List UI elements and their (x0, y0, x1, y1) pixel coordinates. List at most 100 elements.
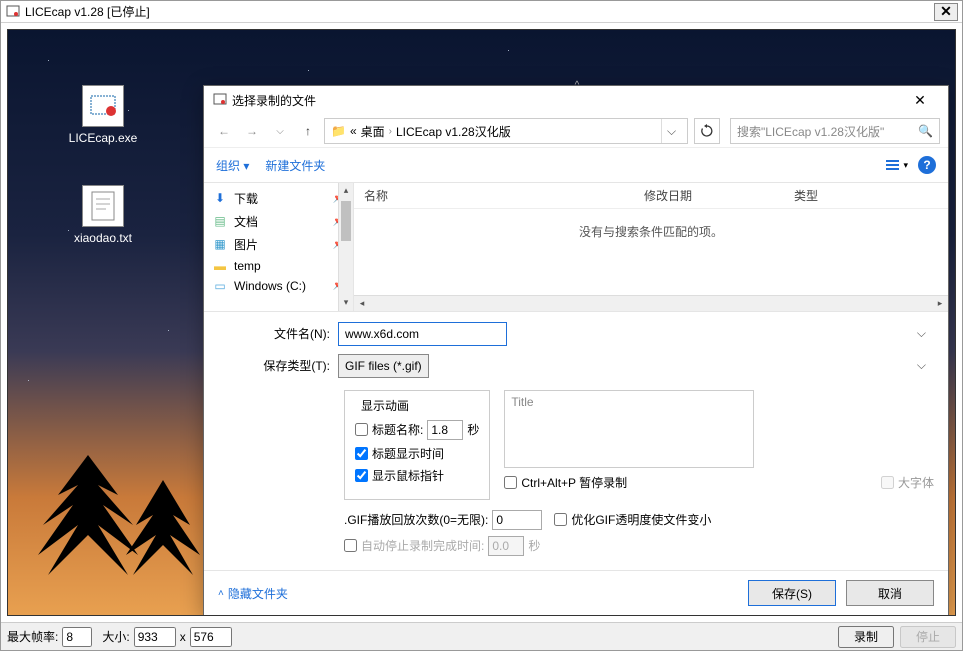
txt-icon (82, 185, 124, 227)
scroll-right-icon[interactable]: ▸ (932, 296, 948, 311)
file-list-headers: 名称 修改日期 类型 (354, 183, 948, 209)
options-area: 显示动画 标题名称: 秒 标题显示时间 (204, 386, 948, 510)
chevron-up-icon: ˄ (218, 588, 224, 599)
organize-menu[interactable]: 组织 ▾ (216, 157, 249, 174)
nav-up-button[interactable]: ↑ (296, 119, 320, 143)
title-textarea[interactable]: Title (504, 390, 754, 468)
help-button[interactable]: ? (918, 156, 936, 174)
scroll-down-icon[interactable]: ▾ (339, 295, 353, 311)
breadcrumb-prefix: « (350, 124, 357, 138)
hide-folders-link[interactable]: ˄ 隐藏文件夹 (218, 585, 288, 602)
size-label: 大小: (102, 628, 129, 645)
cancel-button[interactable]: 取消 (846, 580, 934, 606)
column-date[interactable]: 修改日期 (634, 187, 784, 204)
fps-label: 最大帧率: (7, 628, 58, 645)
title-name-checkbox[interactable] (355, 423, 368, 436)
empty-message: 没有与搜索条件匹配的项。 (354, 209, 948, 295)
scroll-thumb[interactable] (341, 201, 351, 241)
autostop-checkbox[interactable] (344, 539, 357, 552)
folder-icon: ▬ (212, 259, 228, 273)
file-list: 名称 修改日期 类型 没有与搜索条件匹配的项。 ◂ ▸ (354, 183, 948, 311)
fps-input[interactable] (62, 627, 92, 647)
dialog-title: 选择录制的文件 (232, 92, 316, 109)
record-button[interactable]: 录制 (838, 626, 894, 648)
breadcrumb[interactable]: 📁 « 桌面 › LICEcap v1.28汉化版 ⌵ (324, 118, 688, 144)
nav-item-documents[interactable]: ▤ 文档 📌 (204, 210, 353, 233)
new-folder-button[interactable]: 新建文件夹 (265, 157, 325, 174)
extra-options: .GIF播放回放次数(0=无限): 优化GIF透明度使文件变小 自动停止录制完成… (204, 510, 948, 570)
savetype-label: 保存类型(T): (218, 357, 338, 374)
form-area: 文件名(N): 保存类型(T): GIF files (*.gif) (204, 312, 948, 386)
dialog-icon (212, 92, 228, 108)
display-legend: 显示动画 (357, 397, 413, 414)
column-type[interactable]: 类型 (784, 187, 948, 204)
scroll-left-icon[interactable]: ◂ (354, 296, 370, 311)
nav-back-button[interactable]: ← (212, 119, 236, 143)
horizontal-scrollbar[interactable]: ◂ ▸ (354, 295, 948, 311)
x-label: x (180, 630, 186, 644)
refresh-button[interactable] (694, 118, 720, 144)
breadcrumb-part[interactable]: LICEcap v1.28汉化版 (396, 123, 511, 140)
nav-scrollbar[interactable]: ▴ ▾ (338, 183, 353, 311)
show-time-checkbox[interactable] (355, 447, 368, 460)
bottom-bar: 最大帧率: 大小: x 录制 停止 (1, 622, 962, 650)
desktop-icon-label: LICEcap.exe (58, 131, 148, 145)
nav-item-pictures[interactable]: ▦ 图片 📌 (204, 233, 353, 256)
save-button[interactable]: 保存(S) (748, 580, 836, 606)
loop-input[interactable] (492, 510, 542, 530)
display-fieldset: 显示动画 标题名称: 秒 标题显示时间 (344, 390, 490, 500)
show-cursor-label: 显示鼠标指针 (372, 467, 444, 484)
dialog-close-button[interactable]: ✕ (900, 86, 940, 114)
drive-icon: ▭ (212, 279, 228, 293)
desktop-icon-licecap[interactable]: LICEcap.exe (58, 85, 148, 145)
pause-hotkey-label: Ctrl+Alt+P 暂停录制 (521, 474, 627, 491)
toolbar-row: 组织 ▾ 新建文件夹 ▾ ? (204, 147, 948, 182)
desktop-icon-xiaodao[interactable]: xiaodao.txt (58, 185, 148, 245)
search-icon: 🔍 (918, 124, 933, 138)
autostop-label: 自动停止录制完成时间: (361, 537, 484, 554)
nav-forward-button: → (240, 119, 264, 143)
splitter-grip[interactable]: ^ (575, 80, 578, 91)
savetype-select[interactable]: GIF files (*.gif) (338, 354, 429, 378)
pic-icon: ▦ (212, 237, 228, 251)
folder-icon: 📁 (331, 124, 346, 138)
big-font-checkbox (881, 476, 894, 489)
outer-titlebar[interactable]: LICEcap v1.28 [已停止] ✕ (1, 1, 962, 23)
tree-silhouette (108, 435, 218, 615)
nav-item-drive-c[interactable]: ▭ Windows (C:) 📌 (204, 276, 353, 296)
big-font-label: 大字体 (898, 474, 934, 491)
show-cursor-checkbox[interactable] (355, 469, 368, 482)
view-menu[interactable]: ▾ (885, 158, 908, 172)
capture-area: LICEcap.exe xiaodao.txt 选择录制的文件 ✕ ← → ⌵ … (7, 29, 956, 616)
download-icon: ⬇ (212, 191, 228, 205)
exe-icon (82, 85, 124, 127)
filename-input[interactable] (338, 322, 507, 346)
loop-label: .GIF播放回放次数(0=无限): (344, 511, 488, 528)
outer-close-button[interactable]: ✕ (934, 3, 958, 21)
doc-icon: ▤ (212, 214, 228, 228)
desktop-icon-label: xiaodao.txt (58, 231, 148, 245)
stop-button: 停止 (900, 626, 956, 648)
explorer-body: ^ ⬇ 下载 📌 ▤ 文档 📌 ▦ 图片 📌 (204, 182, 948, 312)
transparent-label: 优化GIF透明度使文件变小 (571, 511, 711, 528)
breadcrumb-part[interactable]: 桌面 (361, 123, 385, 140)
autostop-input (488, 536, 524, 556)
chevron-down-icon: ▾ (903, 160, 908, 171)
height-input[interactable] (190, 627, 232, 647)
title-secs-input[interactable] (427, 420, 463, 440)
chevron-right-icon: › (389, 126, 392, 137)
nav-item-downloads[interactable]: ⬇ 下载 📌 (204, 187, 353, 210)
nav-row: ← → ⌵ ↑ 📁 « 桌面 › LICEcap v1.28汉化版 ⌵ 搜索"L… (204, 115, 948, 148)
pause-hotkey-checkbox[interactable] (504, 476, 517, 489)
column-name[interactable]: 名称 (354, 187, 634, 204)
save-dialog: 选择录制的文件 ✕ ← → ⌵ ↑ 📁 « 桌面 › LICEcap v1.28… (203, 85, 949, 616)
breadcrumb-dropdown[interactable]: ⌵ (661, 119, 681, 143)
search-input[interactable]: 搜索"LICEcap v1.28汉化版" 🔍 (730, 118, 940, 144)
nav-recent-button[interactable]: ⌵ (268, 119, 292, 143)
scroll-up-icon[interactable]: ▴ (339, 183, 353, 199)
transparent-checkbox[interactable] (554, 513, 567, 526)
title-name-label: 标题名称: (372, 421, 423, 438)
nav-item-temp[interactable]: ▬ temp (204, 256, 353, 276)
outer-title: LICEcap v1.28 [已停止] (25, 3, 150, 20)
width-input[interactable] (134, 627, 176, 647)
